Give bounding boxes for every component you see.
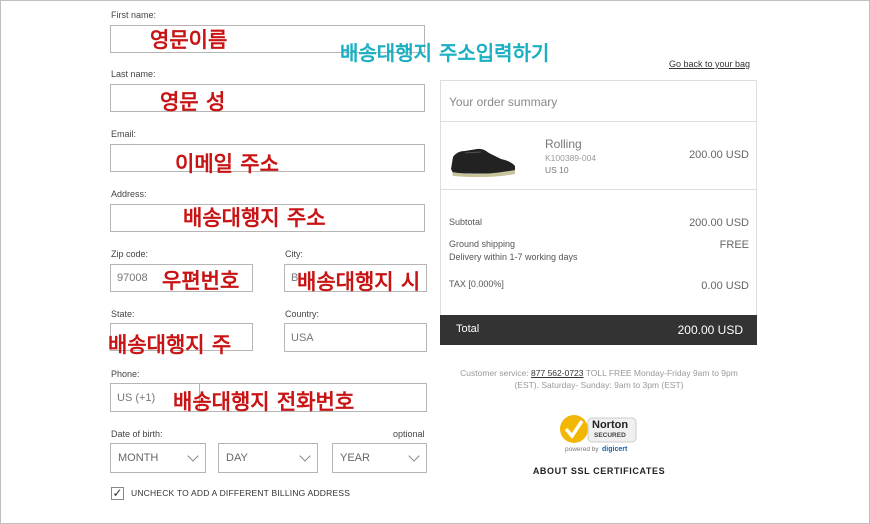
annotation-city: 배송대행지 시 xyxy=(297,270,421,294)
product-price: 200.00 USD xyxy=(689,149,749,161)
email-label: Email: xyxy=(111,129,137,139)
annotation-zip: 우편번호 xyxy=(162,269,240,293)
total-bar: Total 200.00 USD xyxy=(440,315,757,345)
city-label: City: xyxy=(285,249,303,259)
annotation-state: 배송대행지 주 xyxy=(108,333,232,357)
annotation-first-name: 영문이름 xyxy=(150,28,228,52)
last-name-field[interactable] xyxy=(110,84,425,112)
subtotal-value: 200.00 USD xyxy=(689,217,749,229)
zip-label: Zip code: xyxy=(111,249,149,259)
chevron-down-icon xyxy=(408,450,420,462)
billing-checkbox-label: UNCHECK TO ADD A DIFFERENT BILLING ADDRE… xyxy=(131,488,351,498)
tax-value: 0.00 USD xyxy=(701,280,749,292)
optional-label: optional xyxy=(393,429,425,439)
shipping-label: Ground shipping xyxy=(449,239,516,249)
about-ssl-link[interactable]: ABOUT SSL CERTIFICATES xyxy=(440,466,758,476)
dob-label: Date of birth: xyxy=(111,429,163,439)
service-hours: (EST). Saturday- Sunday: 9am to 3pm (EST… xyxy=(514,380,684,390)
country-label: Country: xyxy=(285,309,320,319)
day-value: DAY xyxy=(226,452,248,464)
check-icon: ✓ xyxy=(112,486,123,500)
norton-seal[interactable]: Norton SECURED powered by digicert xyxy=(558,413,638,457)
total-label: Total xyxy=(456,323,480,335)
phone-label: Phone: xyxy=(111,369,140,379)
product-size: US 10 xyxy=(545,165,569,175)
year-value: YEAR xyxy=(340,452,370,464)
phone-code-value: US (+1) xyxy=(117,391,156,404)
chevron-down-icon xyxy=(299,450,311,462)
delivery-text: Delivery within 1-7 working days xyxy=(449,252,578,262)
address-label: Address: xyxy=(111,189,147,199)
first-name-label: First name: xyxy=(111,10,157,20)
service-phone-link[interactable]: 877 562-0723 xyxy=(531,368,583,378)
billing-checkbox[interactable]: ✓ xyxy=(111,487,124,500)
norton-powered: powered by xyxy=(565,446,599,453)
last-name-label: Last name: xyxy=(111,69,156,79)
annotation-last-name: 영문 성 xyxy=(160,90,226,114)
total-value: 200.00 USD xyxy=(677,323,743,337)
tax-label: TAX [0.000%] xyxy=(449,279,504,289)
digicert-label: digicert xyxy=(602,446,628,453)
shipping-value: FREE xyxy=(719,239,749,251)
annotation-email: 이메일 주소 xyxy=(175,152,279,176)
zip-value: 97008 xyxy=(117,272,148,284)
service-suffix: TOLL FREE Monday-Friday 9am to 9pm xyxy=(583,368,738,378)
product-sku: K100389-004 xyxy=(545,153,597,163)
norton-secured: SECURED xyxy=(594,432,626,439)
annotation-title: 배송대행지 주소입력하기 xyxy=(340,41,550,65)
month-value: MONTH xyxy=(118,452,159,464)
day-select[interactable]: DAY xyxy=(218,443,318,473)
country-value: USA xyxy=(291,331,314,344)
divider xyxy=(441,121,756,122)
norton-name: Norton xyxy=(592,419,629,431)
summary-title: Your order summary xyxy=(449,95,558,109)
back-to-bag-link[interactable]: Go back to your bag xyxy=(669,59,750,69)
subtotal-label: Subtotal xyxy=(449,217,483,227)
year-select[interactable]: YEAR xyxy=(332,443,427,473)
product-name: Rolling xyxy=(545,137,582,151)
annotation-address: 배송대행지 주소 xyxy=(183,206,326,230)
month-select[interactable]: MONTH xyxy=(110,443,206,473)
customer-service-text: Customer service: 877 562-0723 TOLL FREE… xyxy=(440,367,758,391)
chevron-down-icon xyxy=(187,450,199,462)
sneaker-icon xyxy=(447,139,519,181)
order-summary-panel: Your order summary Rolling K100389-004 U… xyxy=(440,80,757,345)
annotation-phone: 배송대행지 전화번호 xyxy=(173,390,355,414)
country-field[interactable]: USA xyxy=(284,323,427,352)
state-label: State: xyxy=(111,309,135,319)
service-prefix: Customer service: xyxy=(460,368,532,378)
divider xyxy=(441,189,756,190)
